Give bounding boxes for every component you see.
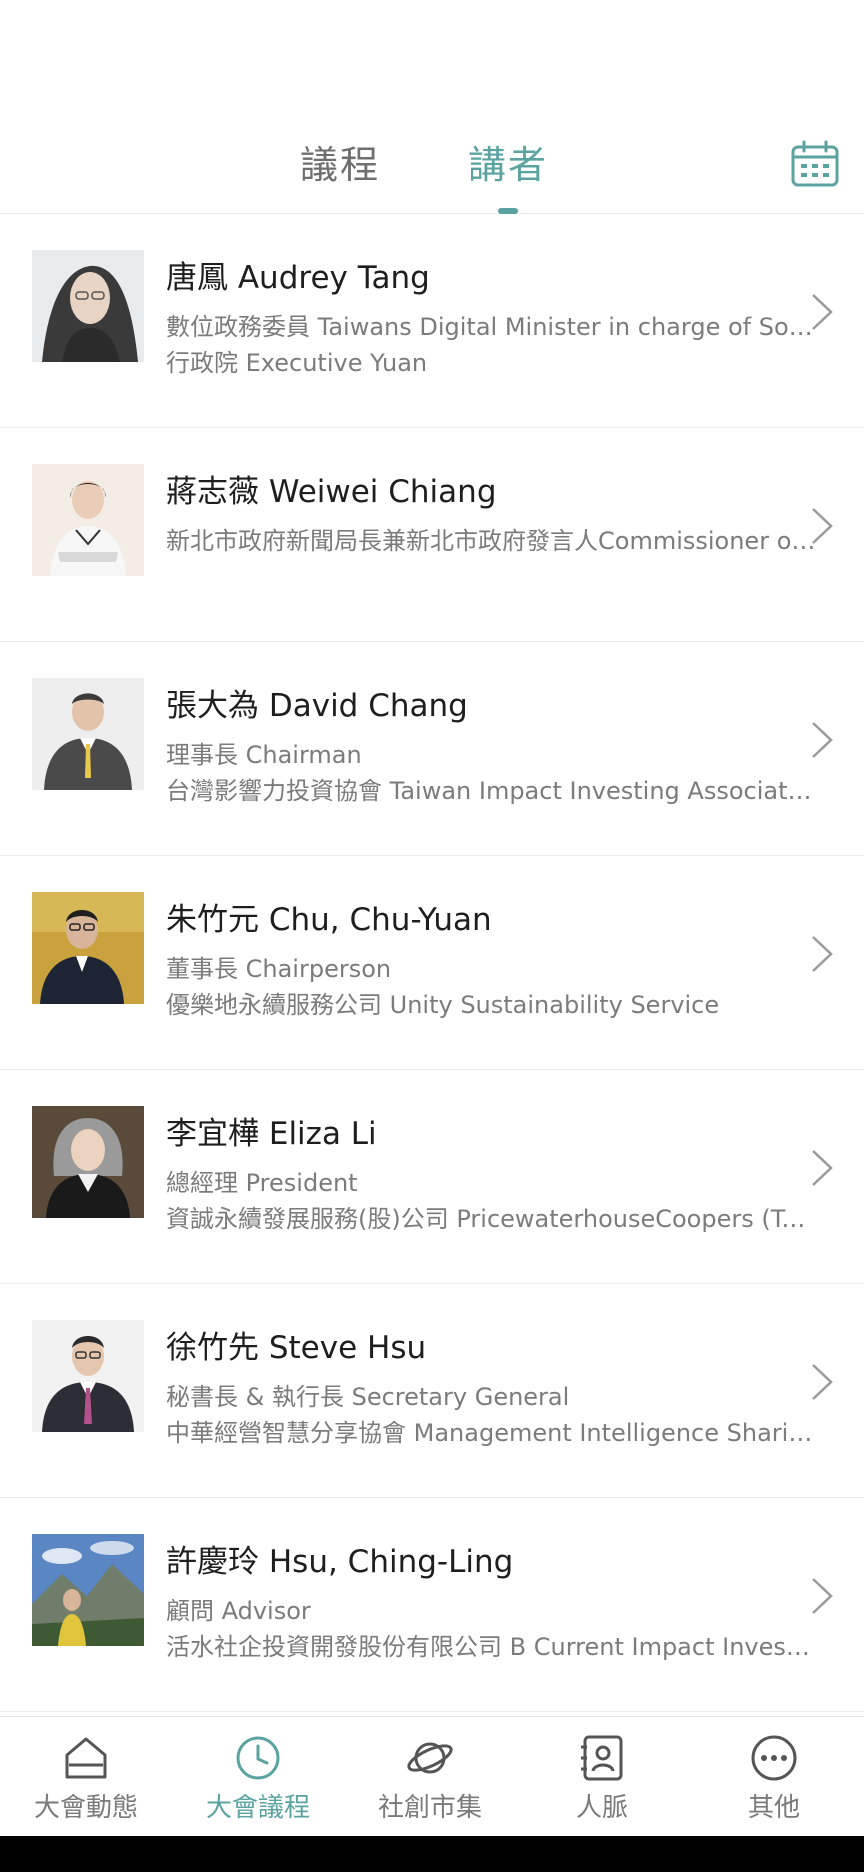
chevron-right-icon bbox=[810, 506, 834, 546]
chevron-right-icon bbox=[810, 1362, 834, 1402]
nav-label: 人脈 bbox=[575, 1793, 628, 1823]
nav-social-market[interactable]: 社創市集 bbox=[344, 1717, 516, 1837]
speaker-title: 數位政務委員 Taiwans Digital Minister in charg… bbox=[166, 313, 816, 341]
nav-label: 大會動態 bbox=[33, 1793, 138, 1823]
home-icon bbox=[61, 1733, 111, 1783]
nav-more[interactable]: 其他 bbox=[688, 1717, 860, 1837]
chevron-right-icon bbox=[810, 292, 834, 332]
nav-label: 社創市集 bbox=[377, 1793, 482, 1823]
tab-agenda[interactable]: 議程 bbox=[300, 134, 380, 189]
speaker-organization: 優樂地永續服務公司 Unity Sustainability Service bbox=[166, 991, 720, 1019]
nav-conference-agenda[interactable]: 大會議程 bbox=[172, 1717, 344, 1837]
speaker-avatar bbox=[32, 1106, 144, 1218]
status-bar-area bbox=[0, 0, 864, 110]
speaker-row[interactable]: 徐竹先 Steve Hsu 秘書長 & 執行長 Secretary Genera… bbox=[0, 1284, 864, 1498]
contacts-icon bbox=[577, 1733, 627, 1783]
speaker-name: 唐鳳 Audrey Tang bbox=[166, 260, 430, 296]
calendar-icon[interactable] bbox=[790, 140, 840, 188]
speaker-row[interactable]: 張大為 David Chang 理事長 Chairman 台灣影響力投資協會 T… bbox=[0, 642, 864, 856]
speaker-name: 朱竹元 Chu, Chu-Yuan bbox=[166, 902, 492, 938]
speaker-organization: 行政院 Executive Yuan bbox=[166, 349, 428, 377]
speaker-row[interactable]: 蔣志薇 Weiwei Chiang 新北市政府新聞局長兼新北市政府發言人Comm… bbox=[0, 428, 864, 642]
nav-label: 其他 bbox=[747, 1793, 800, 1823]
nav-contacts[interactable]: 人脈 bbox=[516, 1717, 688, 1837]
planet-icon bbox=[405, 1733, 455, 1783]
speaker-name: 許慶玲 Hsu, Ching-Ling bbox=[166, 1544, 514, 1580]
speaker-organization: 資誠永續發展服務(股)公司 PricewaterhouseCoopers (Ta… bbox=[166, 1205, 816, 1233]
speaker-avatar bbox=[32, 678, 144, 790]
speaker-row[interactable]: 許慶玲 Hsu, Ching-Ling 顧問 Advisor 活水社企投資開發股… bbox=[0, 1498, 864, 1712]
speaker-list: 唐鳳 Audrey Tang 數位政務委員 Taiwans Digital Mi… bbox=[0, 214, 864, 1712]
speaker-avatar bbox=[32, 892, 144, 1004]
speaker-name: 張大為 David Chang bbox=[166, 688, 468, 724]
speaker-name: 李宜樺 Eliza Li bbox=[166, 1116, 377, 1152]
chevron-right-icon bbox=[810, 934, 834, 974]
speaker-avatar bbox=[32, 1534, 144, 1646]
nav-label: 大會議程 bbox=[205, 1793, 310, 1823]
speaker-organization: 中華經營智慧分享協會 Management Intelligence Shari… bbox=[166, 1419, 816, 1447]
speaker-row[interactable]: 唐鳳 Audrey Tang 數位政務委員 Taiwans Digital Mi… bbox=[0, 214, 864, 428]
more-icon bbox=[749, 1733, 799, 1783]
speaker-name: 蔣志薇 Weiwei Chiang bbox=[166, 474, 497, 510]
chevron-right-icon bbox=[810, 720, 834, 760]
speaker-title: 理事長 Chairman bbox=[166, 741, 362, 769]
speaker-row[interactable]: 朱竹元 Chu, Chu-Yuan 董事長 Chairperson 優樂地永續服… bbox=[0, 856, 864, 1070]
speaker-title: 秘書長 & 執行長 Secretary General bbox=[166, 1383, 570, 1411]
system-navigation-bar bbox=[0, 1836, 864, 1872]
chevron-right-icon bbox=[810, 1148, 834, 1188]
speaker-title: 顧問 Advisor bbox=[166, 1597, 311, 1625]
speaker-organization: 台灣影響力投資協會 Taiwan Impact Investing Associ… bbox=[166, 777, 816, 805]
speaker-title: 總經理 President bbox=[166, 1169, 358, 1197]
speaker-avatar bbox=[32, 464, 144, 576]
speaker-avatar bbox=[32, 1320, 144, 1432]
clock-icon bbox=[233, 1733, 283, 1783]
speaker-title: 新北市政府新聞局長兼新北市政府發言人Commissioner of Inform… bbox=[166, 527, 816, 555]
speaker-name: 徐竹先 Steve Hsu bbox=[166, 1330, 427, 1366]
speaker-title: 董事長 Chairperson bbox=[166, 955, 392, 983]
top-tab-bar: 議程 講者 bbox=[0, 110, 864, 214]
speaker-row[interactable]: 李宜樺 Eliza Li 總經理 President 資誠永續發展服務(股)公司… bbox=[0, 1070, 864, 1284]
bottom-navigation: 大會動態 大會議程 社創市集 人脈 其他 bbox=[0, 1716, 864, 1836]
nav-conference-news[interactable]: 大會動態 bbox=[0, 1717, 172, 1837]
speaker-organization: 活水社企投資開發股份有限公司 B Current Impact Investme… bbox=[166, 1633, 816, 1661]
speaker-avatar bbox=[32, 250, 144, 362]
tab-speakers[interactable]: 講者 bbox=[468, 134, 548, 189]
chevron-right-icon bbox=[810, 1576, 834, 1616]
